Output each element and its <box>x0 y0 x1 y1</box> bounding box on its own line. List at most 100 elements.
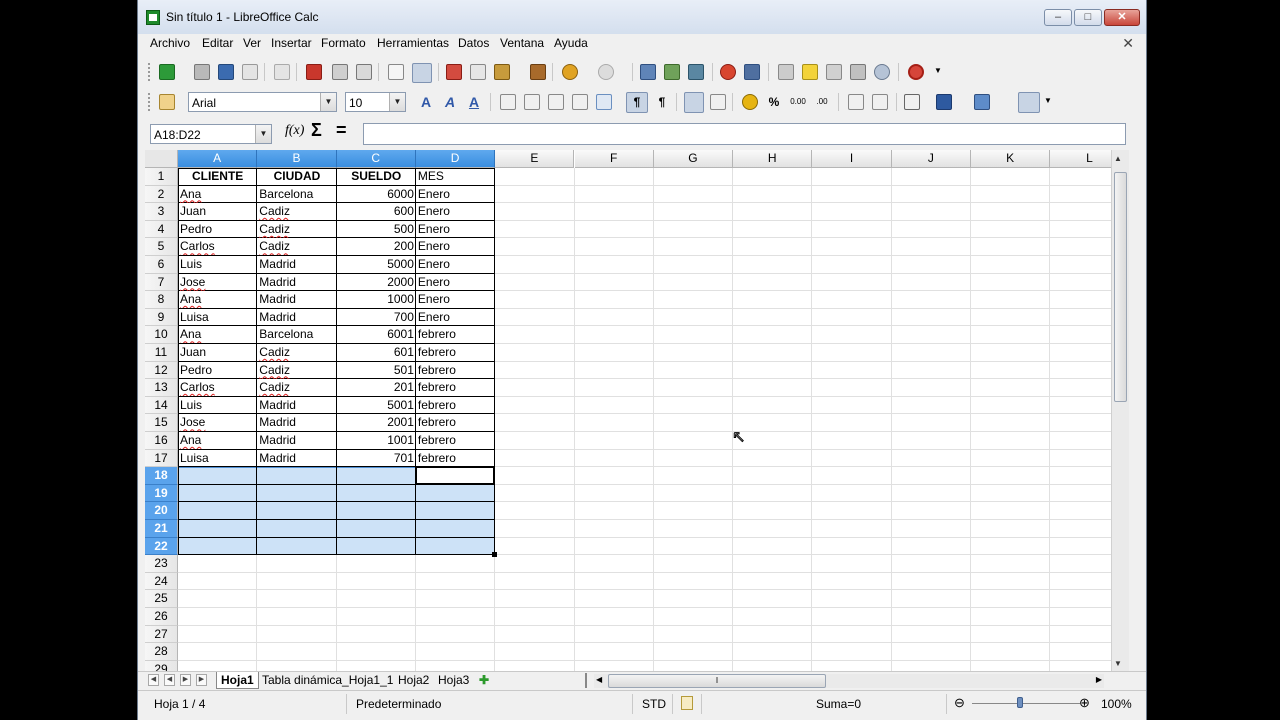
maximize-button[interactable]: □ <box>1074 9 1102 26</box>
open-icon[interactable] <box>194 64 210 80</box>
pivot-table-icon[interactable] <box>744 64 760 80</box>
table-cell[interactable]: Madrid <box>257 291 336 308</box>
column-header-g[interactable]: G <box>653 150 734 168</box>
row-header-4[interactable]: 4 <box>145 220 178 239</box>
navigator-icon[interactable] <box>802 64 818 80</box>
table-cell[interactable]: Madrid <box>257 274 336 291</box>
table-cell[interactable]: 501 <box>337 362 416 379</box>
zoom-in-icon[interactable]: ⊕ <box>1079 695 1090 711</box>
table-cell[interactable]: 601 <box>337 344 416 361</box>
table-cell[interactable]: 500 <box>337 221 416 238</box>
chevron-down-icon[interactable]: ▼ <box>320 93 336 111</box>
table-cell[interactable]: Luisa <box>178 309 257 326</box>
row-header-9[interactable]: 9 <box>145 308 178 327</box>
table-cell[interactable]: Cadiz <box>257 379 336 396</box>
align-right-icon[interactable] <box>548 94 564 110</box>
column-header-j[interactable]: J <box>891 150 971 168</box>
grid-lines-icon[interactable] <box>1018 92 1040 113</box>
table-cell[interactable]: Madrid <box>257 397 336 414</box>
add-sheet-icon[interactable]: ✚ <box>475 672 493 689</box>
tab-splitter[interactable] <box>585 673 587 688</box>
table-cell[interactable]: Pedro <box>178 221 257 238</box>
table-cell[interactable]: febrero <box>416 450 495 467</box>
table-cell[interactable]: Enero <box>416 186 495 203</box>
row-header-1[interactable]: 1 <box>145 168 178 186</box>
row-header-15[interactable]: 15 <box>145 414 178 432</box>
scroll-left-icon[interactable]: ◀ <box>596 675 602 684</box>
vertical-scroll-thumb[interactable] <box>1114 172 1127 402</box>
table-cell[interactable]: febrero <box>416 326 495 343</box>
table-cell[interactable]: 5001 <box>337 397 416 414</box>
menu-datos[interactable]: Datos <box>458 36 489 50</box>
table-cell[interactable]: Ana <box>178 291 257 308</box>
column-header-k[interactable]: K <box>971 150 1051 168</box>
table-cell[interactable]: Cadiz <box>257 203 336 220</box>
table-cell[interactable]: 201 <box>337 379 416 396</box>
table-cell[interactable]: 200 <box>337 238 416 255</box>
table-cell[interactable]: Cadiz <box>257 362 336 379</box>
table-cell[interactable]: 5000 <box>337 256 416 273</box>
font-size-combo[interactable]: 10 ▼ <box>345 92 406 112</box>
copy-icon[interactable] <box>470 64 486 80</box>
scroll-up-icon[interactable]: ▲ <box>1114 154 1122 163</box>
row-header-26[interactable]: 26 <box>145 608 178 626</box>
new-document-icon[interactable] <box>159 64 175 80</box>
first-sheet-icon[interactable]: ◀ <box>148 674 159 686</box>
table-cell[interactable]: Luis <box>178 256 257 273</box>
table-cell[interactable]: Enero <box>416 203 495 220</box>
menu-ventana[interactable]: Ventana <box>500 36 544 50</box>
table-cell[interactable]: Jose <box>178 414 257 431</box>
find-replace-icon[interactable] <box>778 64 794 80</box>
table-cell[interactable]: 701 <box>337 450 416 467</box>
last-sheet-icon[interactable]: ▶ <box>196 674 207 686</box>
table-cell[interactable]: Barcelona <box>257 186 336 203</box>
vertical-scrollbar[interactable]: ▲ ▼ <box>1111 150 1129 672</box>
zoom-icon[interactable] <box>874 64 890 80</box>
table-cell[interactable]: Cadiz <box>257 344 336 361</box>
tab-hoja1[interactable]: Hoja1 <box>216 672 259 689</box>
table-cell[interactable]: Enero <box>416 238 495 255</box>
add-decimal-icon[interactable]: .00 <box>814 94 830 110</box>
horizontal-scrollbar[interactable]: ◀ ‖ ▶ <box>594 674 1104 688</box>
table-cell[interactable]: Carlos <box>178 238 257 255</box>
table-cell[interactable]: 700 <box>337 309 416 326</box>
print-preview-icon[interactable] <box>356 64 372 80</box>
table-cell[interactable]: Cadiz <box>257 221 336 238</box>
close-document-icon[interactable]: ✕ <box>1122 35 1134 52</box>
row-header-21[interactable]: 21 <box>145 520 178 538</box>
clone-formatting-icon[interactable] <box>530 64 546 80</box>
export-pdf-icon[interactable] <box>306 64 322 80</box>
table-cell[interactable]: Luisa <box>178 450 257 467</box>
table-cell[interactable]: 6001 <box>337 326 416 343</box>
column-header-b[interactable]: B <box>257 150 337 168</box>
table-cell[interactable]: 1001 <box>337 432 416 449</box>
toolbar-grip[interactable] <box>148 63 155 81</box>
table-cell[interactable]: Pedro <box>178 362 257 379</box>
align-center-icon[interactable] <box>524 94 540 110</box>
table-cell[interactable]: febrero <box>416 432 495 449</box>
sort-ascending-icon[interactable] <box>664 64 680 80</box>
zoom-out-icon[interactable]: ⊖ <box>954 695 965 711</box>
table-cell[interactable]: Carlos <box>178 379 257 396</box>
row-header-16[interactable]: 16 <box>145 432 178 450</box>
minimize-button[interactable]: – <box>1044 9 1072 26</box>
column-header-i[interactable]: I <box>812 150 892 168</box>
decrease-indent-icon[interactable] <box>848 94 864 110</box>
table-cell[interactable]: Enero <box>416 256 495 273</box>
ltr-icon[interactable]: ¶ <box>626 92 648 113</box>
spellcheck-icon[interactable] <box>388 64 404 80</box>
email-icon[interactable] <box>242 64 258 80</box>
scroll-down-icon[interactable]: ▼ <box>1114 659 1122 668</box>
zoom-slider-knob[interactable] <box>1017 697 1023 708</box>
table-cell[interactable]: febrero <box>416 344 495 361</box>
row-header-20[interactable]: 20 <box>145 502 178 520</box>
table-cell[interactable]: 1000 <box>337 291 416 308</box>
table-cell[interactable]: Ana <box>178 186 257 203</box>
row-header-27[interactable]: 27 <box>145 625 178 644</box>
table-cell[interactable]: Enero <box>416 274 495 291</box>
table-cell[interactable]: Madrid <box>257 256 336 273</box>
row-header-13[interactable]: 13 <box>145 379 178 397</box>
name-box[interactable]: A18:D22 ▼ <box>150 124 272 144</box>
row-header-2[interactable]: 2 <box>145 185 178 204</box>
tab-tabla-dinamica[interactable]: Tabla dinámica_Hoja1_1 <box>258 672 397 689</box>
